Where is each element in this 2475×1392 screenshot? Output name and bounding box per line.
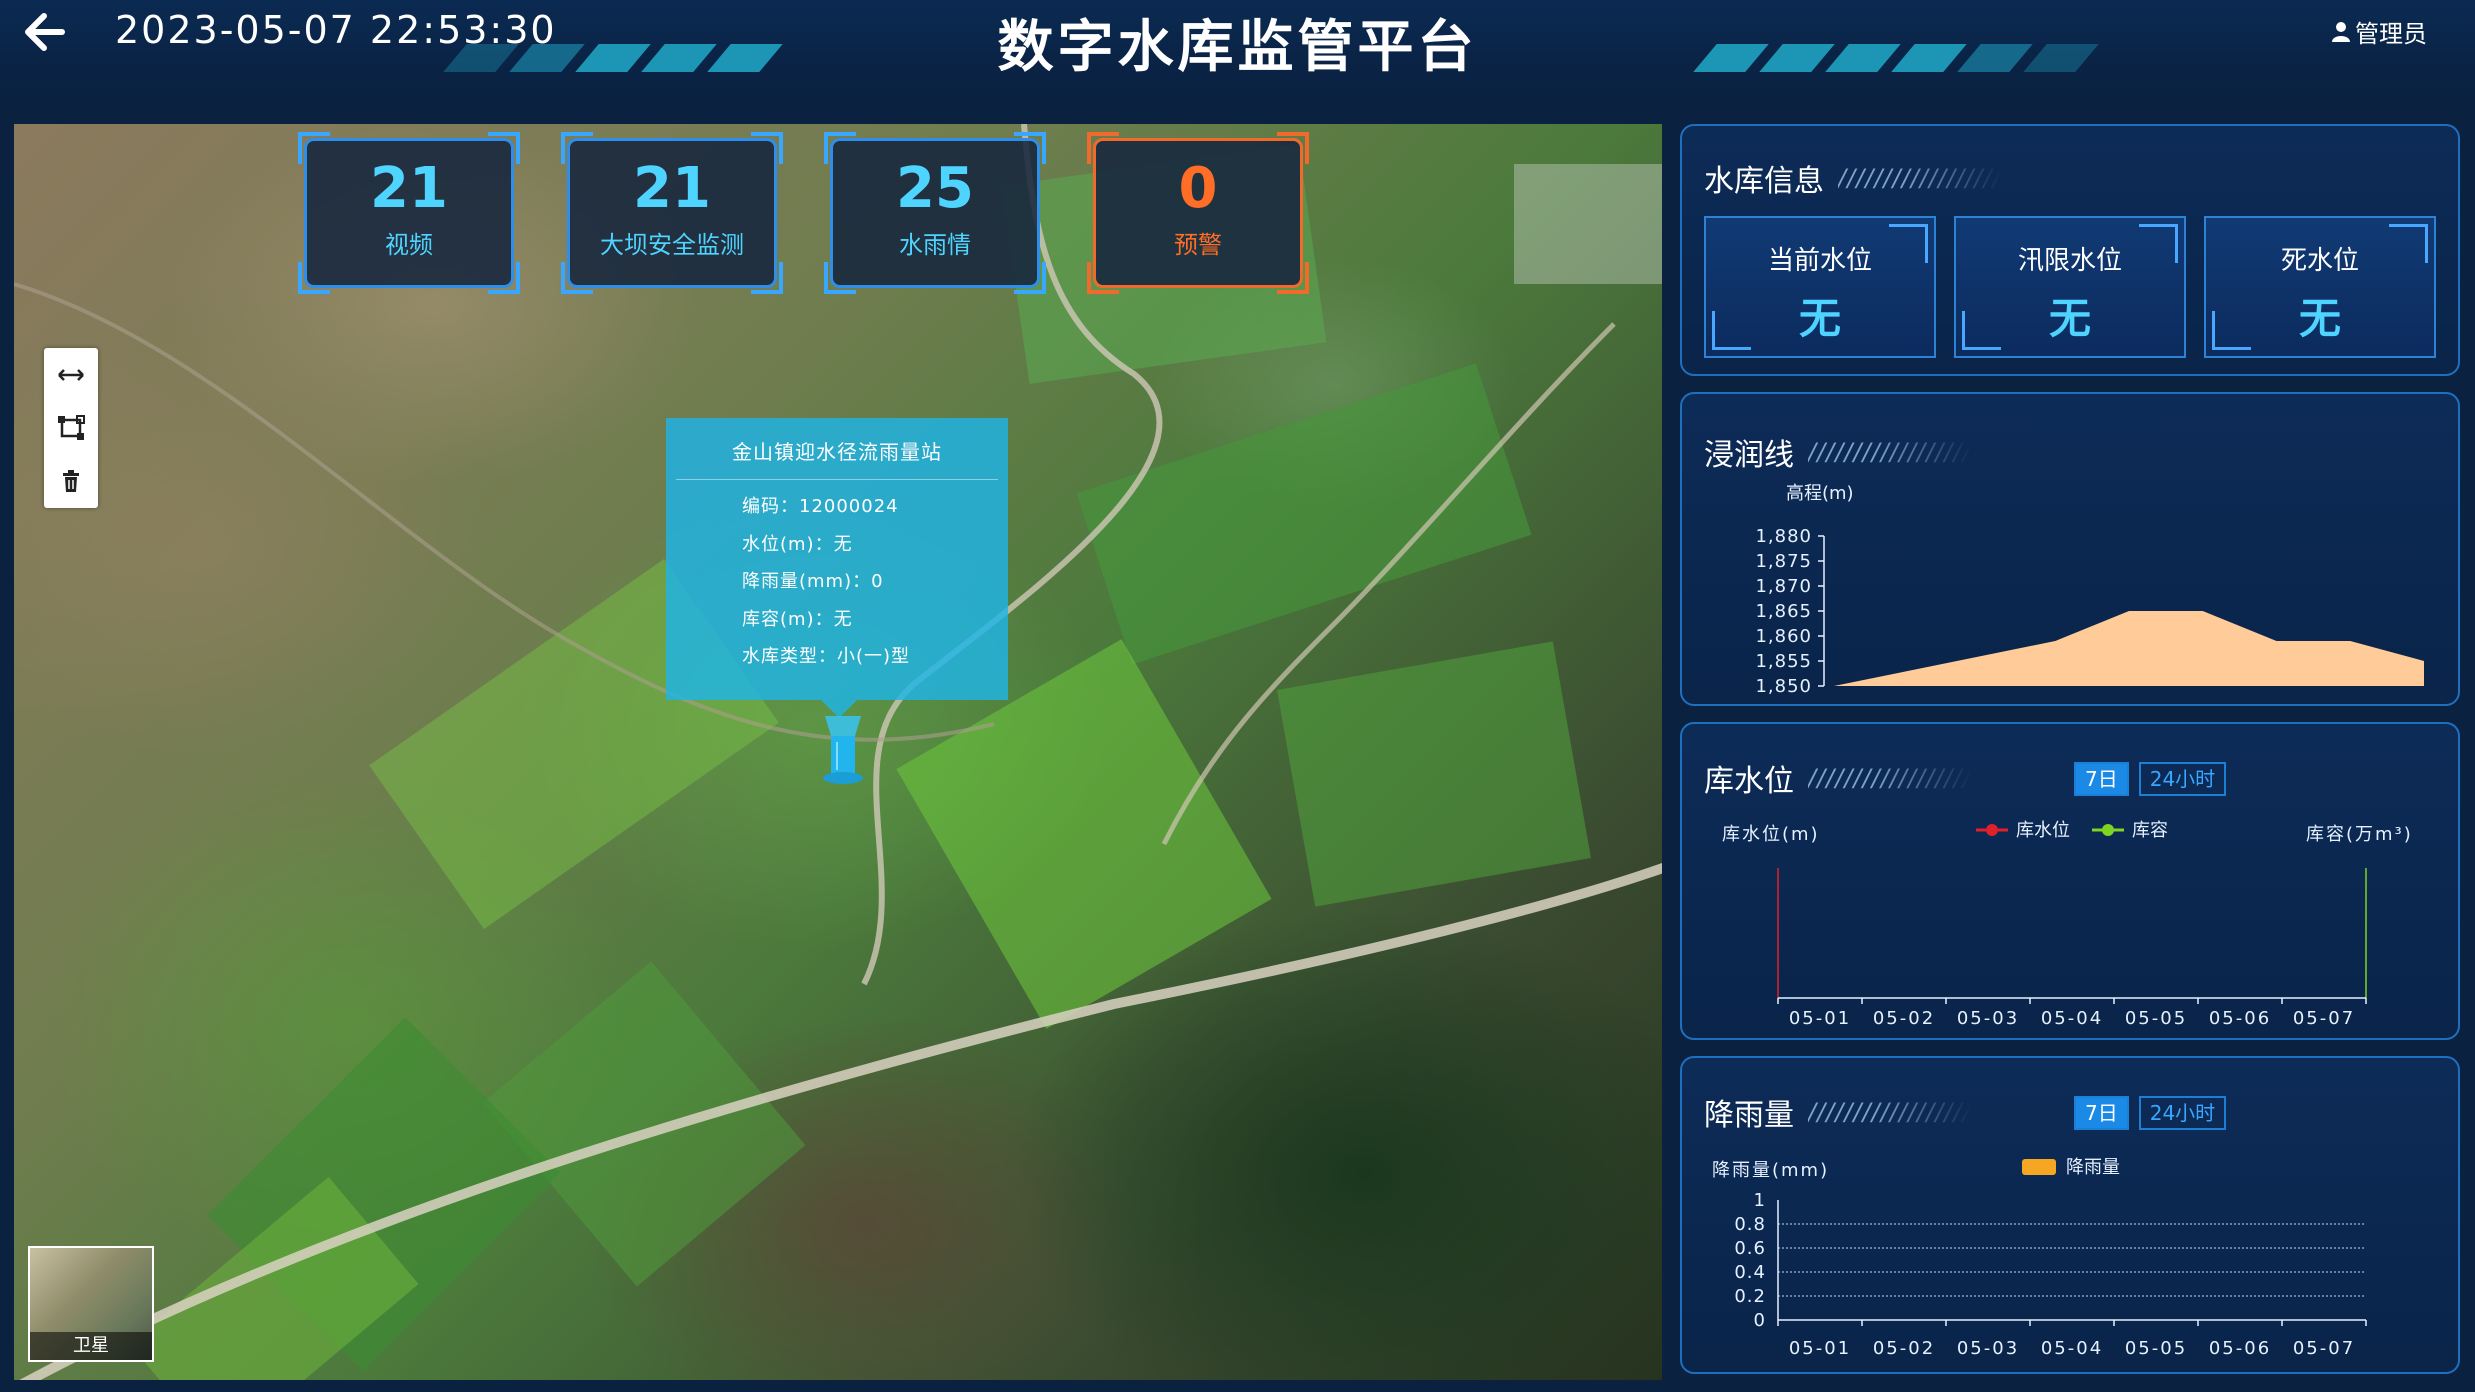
popup-water-level: 水位(m)：无 <box>742 533 853 555</box>
stat-value: 21 <box>633 156 711 221</box>
panel-seepage-line: 浸润线 ////////////////// 高程(m) 1,880 1,875 1… <box>1680 392 2460 706</box>
page-title: 数字水库监管平台 <box>997 15 1478 80</box>
rain-y-tick-label: 1 <box>1754 1190 1766 1211</box>
user-icon <box>2332 21 2350 42</box>
rain-x-tick-label: 05-01 <box>1789 1338 1851 1359</box>
stat-label: 预警 <box>1174 231 1222 259</box>
seepage-tick-label: 1,870 <box>1755 576 1812 597</box>
popup-title: 金山镇迎水径流雨量站 <box>732 440 942 464</box>
basemap-label: 卫星 <box>30 1332 152 1360</box>
level-x-tick-label: 05-07 <box>2293 1008 2355 1029</box>
stat-card-dam-safety[interactable]: 21 大坝安全监测 <box>561 132 783 294</box>
header-decoration-right <box>1693 44 2099 72</box>
rain-y-tick-label: 0.4 <box>1734 1262 1766 1283</box>
user-menu[interactable]: 管理员 <box>2331 14 2427 49</box>
seepage-tick-label: 1,860 <box>1755 626 1812 647</box>
station-popup: 金山镇迎水径流雨量站 编码：12000024 水位(m)：无 降雨量(mm)：0… <box>666 418 1008 700</box>
seepage-tick-label: 1,855 <box>1755 651 1812 672</box>
rain-ylabel: 降雨量(mm) <box>1712 1160 1829 1181</box>
stat-label: 视频 <box>385 231 433 259</box>
rain-x-tick-label: 05-03 <box>1957 1338 2019 1359</box>
stat-value: 25 <box>896 156 974 221</box>
rain-x-tick-label: 05-07 <box>2293 1338 2355 1359</box>
seepage-tick-label: 1,865 <box>1755 601 1812 622</box>
user-name: 管理员 <box>2355 20 2427 48</box>
measure-distance-icon[interactable] <box>44 348 98 401</box>
legend-rainfall[interactable]: 降雨量 <box>2022 1157 2120 1178</box>
level-ylabel-right: 库容(万m³) <box>2306 824 2413 845</box>
measure-area-icon[interactable] <box>44 401 98 454</box>
seepage-tick-label: 1,880 <box>1755 526 1812 547</box>
level-x-tick-label: 05-04 <box>2041 1008 2103 1029</box>
seepage-area <box>1834 611 2424 686</box>
stat-value: 21 <box>370 156 448 221</box>
info-card-dead-level: 死水位 无 <box>2204 216 2436 358</box>
rainfall-chart: 降雨量(mm) 降雨量 1 0.8 0.6 0.4 0.2 0 05-01 05-02 05-… <box>1712 1157 2367 1359</box>
info-card-current-level: 当前水位 无 <box>1704 216 1936 358</box>
legend-label: 库容 <box>2132 820 2168 841</box>
stat-card-rain-water[interactable]: 25 水雨情 <box>824 132 1046 294</box>
rain-y-tick-label: 0.2 <box>1734 1286 1766 1307</box>
popup-type: 水库类型：小(一)型 <box>742 646 911 667</box>
header-bar: 2023-05-07 22:53:30 数字水库监管平台 管理员 <box>0 0 2475 110</box>
level-x-tick-label: 05-01 <box>1789 1008 1851 1029</box>
seepage-tick-label: 1,850 <box>1755 676 1812 697</box>
stat-value: 0 <box>1178 156 1218 221</box>
station-marker-icon[interactable] <box>821 716 865 786</box>
popup-code: 编码：12000024 <box>742 496 899 517</box>
stat-card-warning[interactable]: 0 预警 <box>1087 132 1309 294</box>
info-card-flood-limit: 汛限水位 无 <box>1954 216 2186 358</box>
rain-y-tick-label: 0 <box>1754 1310 1766 1331</box>
water-level-chart: 库水位(m) 库容(万m³) 库水位 库容 05-01 05-02 05-03 05-… <box>1722 820 2413 1029</box>
rain-x-tick-label: 05-02 <box>1873 1338 1935 1359</box>
level-ylabel-left: 库水位(m) <box>1722 824 1820 845</box>
map-toolbar <box>44 348 98 508</box>
seepage-chart: 高程(m) 1,880 1,875 1,870 1,865 1,860 1,855 1,85… <box>1755 483 2424 697</box>
panel-title: 水库信息 <box>1704 164 1824 199</box>
stat-label: 大坝安全监测 <box>600 231 744 259</box>
panel-rainfall: 降雨量 ////////////////// 7日 24小时 降雨量(mm) 降… <box>1680 1056 2460 1374</box>
legend-water-level[interactable]: 库水位 <box>1976 820 2070 841</box>
title-decoration: ////////////////// <box>1838 164 2002 192</box>
popup-capacity: 库容(m)：无 <box>742 608 853 630</box>
seepage-ylabel: 高程(m) <box>1786 483 1854 504</box>
seepage-tick-label: 1,875 <box>1755 551 1812 572</box>
level-x-tick-label: 05-06 <box>2209 1008 2271 1029</box>
popup-rainfall: 降雨量(mm)：0 <box>742 571 884 592</box>
rain-x-tick-label: 05-04 <box>2041 1338 2103 1359</box>
rain-y-tick-label: 0.6 <box>1734 1238 1766 1259</box>
panel-reservoir-info: 水库信息 ////////////////// 当前水位 无 汛限水位 无 死水… <box>1680 124 2460 376</box>
panel-water-level: 库水位 ////////////////// 7日 24小时 库水位(m) 库容… <box>1680 722 2460 1040</box>
stat-card-video[interactable]: 21 视频 <box>298 132 520 294</box>
level-x-tick-label: 05-02 <box>1873 1008 1935 1029</box>
rain-x-tick-label: 05-06 <box>2209 1338 2271 1359</box>
stat-label: 水雨情 <box>899 231 971 259</box>
legend-label: 库水位 <box>2016 820 2070 841</box>
basemap-switch[interactable]: 卫星 <box>28 1246 154 1362</box>
legend-capacity[interactable]: 库容 <box>2092 820 2168 841</box>
rain-x-tick-label: 05-05 <box>2125 1338 2187 1359</box>
level-x-tick-label: 05-05 <box>2125 1008 2187 1029</box>
rain-y-tick-label: 0.8 <box>1734 1214 1766 1235</box>
legend-label: 降雨量 <box>2066 1157 2120 1178</box>
level-x-tick-label: 05-03 <box>1957 1008 2019 1029</box>
trash-icon[interactable] <box>44 454 98 507</box>
satellite-map[interactable]: 21 视频 21 大坝安全监测 25 水雨情 0 预警 金山镇迎水径流雨量站 编… <box>14 124 1662 1380</box>
